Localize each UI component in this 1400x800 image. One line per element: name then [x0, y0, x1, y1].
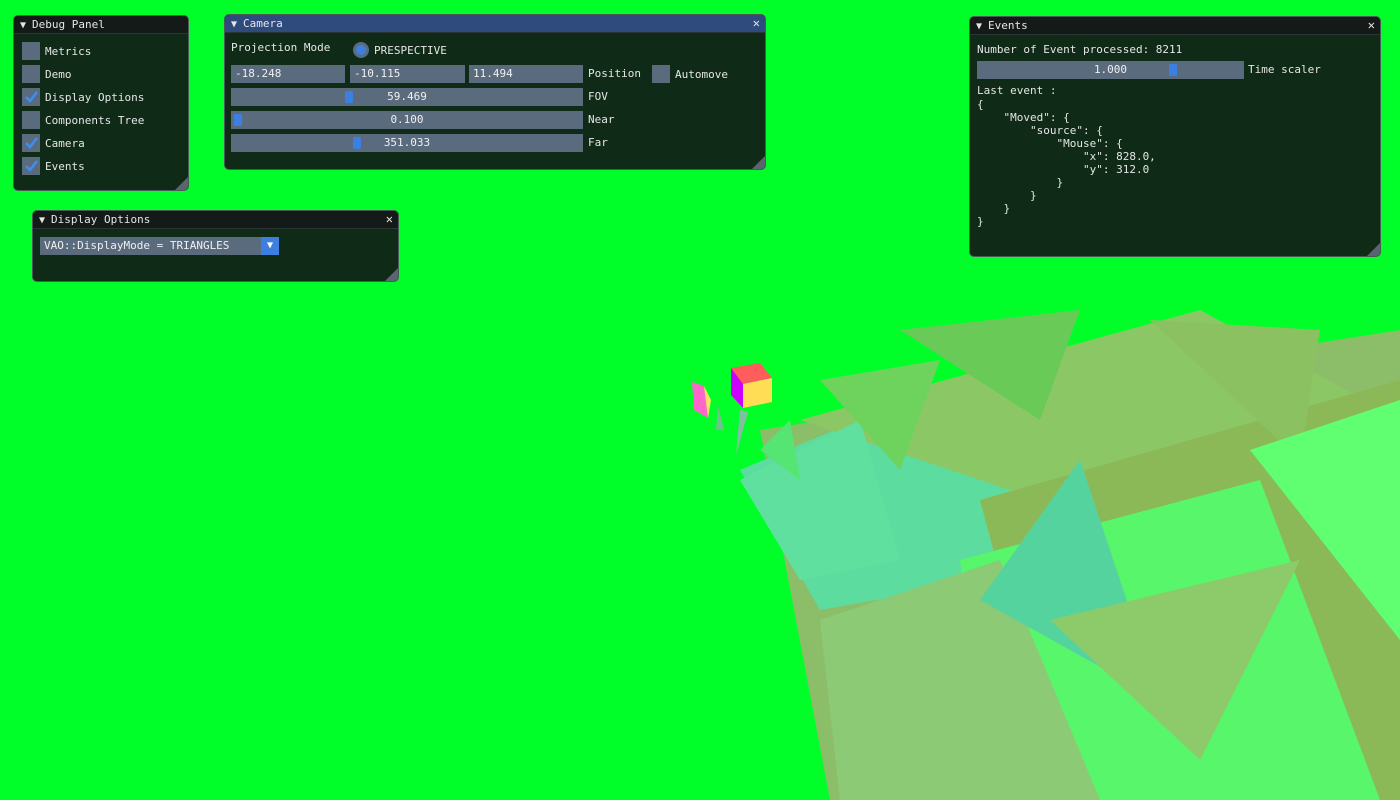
combo-arrow-icon[interactable]: ▼ — [261, 237, 279, 255]
far-label: Far — [588, 136, 608, 149]
resize-grip-icon[interactable] — [175, 177, 188, 190]
projection-value: PRESPECTIVE — [374, 43, 447, 57]
time-scaler-value: 1.000 — [1093, 63, 1128, 76]
resize-grip-icon[interactable] — [385, 268, 398, 281]
checkbox-metrics[interactable]: Metrics — [22, 42, 91, 60]
automove-checkbox[interactable]: Automove — [652, 65, 728, 83]
display-options-titlebar[interactable]: ▼ Display Options ✕ — [33, 211, 398, 229]
checkbox-label: Components Tree — [45, 113, 145, 127]
fov-value: 59.469 — [387, 90, 427, 103]
debug-panel-title: Debug Panel — [32, 18, 105, 31]
events-processed-text: Number of Event processed: 8211 — [977, 43, 1183, 56]
checkbox-box[interactable] — [652, 65, 670, 83]
display-options-title: Display Options — [51, 213, 151, 226]
slider-grab[interactable] — [1169, 64, 1177, 76]
checkbox-demo[interactable]: Demo — [22, 65, 72, 83]
checkbox-box[interactable] — [22, 134, 40, 152]
checkbox-box[interactable] — [22, 65, 40, 83]
collapse-triangle-icon[interactable]: ▼ — [976, 21, 982, 32]
checkbox-components-tree[interactable]: Components Tree — [22, 111, 144, 129]
events-titlebar[interactable]: ▼ Events ✕ — [970, 17, 1380, 35]
events-title: Events — [988, 19, 1028, 32]
position-y-field[interactable]: -10.115 — [350, 65, 465, 83]
far-slider[interactable]: 351.033 — [231, 134, 583, 152]
debug-panel-titlebar[interactable]: ▼ Debug Panel — [14, 16, 188, 34]
checkbox-label: Demo — [45, 67, 72, 81]
resize-grip-icon[interactable] — [1367, 243, 1380, 256]
camera-titlebar[interactable]: ▼ Camera ✕ — [225, 15, 765, 33]
close-icon[interactable]: ✕ — [386, 211, 393, 228]
slider-grab[interactable] — [234, 114, 242, 126]
projection-mode-label: Projection Mode — [231, 41, 331, 54]
close-icon[interactable]: ✕ — [753, 15, 760, 32]
fov-label: FOV — [588, 90, 608, 103]
checkbox-label: Events — [45, 159, 85, 173]
display-mode-value: VAO::DisplayMode = TRIANGLES — [44, 239, 230, 252]
display-mode-combo[interactable]: VAO::DisplayMode = TRIANGLES ▼ — [40, 237, 279, 255]
checkbox-label: Camera — [45, 136, 85, 150]
time-scaler-label: Time scaler — [1248, 63, 1321, 76]
near-label: Near — [588, 113, 615, 126]
checkbox-box[interactable] — [22, 157, 40, 175]
last-event-json: { "Moved": { "source": { "Mouse": { "x":… — [977, 98, 1156, 228]
events-window: ▼ Events ✕ Number of Event processed: 821… — [969, 16, 1381, 257]
checkbox-box[interactable] — [22, 111, 40, 129]
close-icon[interactable]: ✕ — [1368, 17, 1375, 34]
time-scaler-slider[interactable]: 1.000 — [977, 61, 1244, 79]
checkbox-events[interactable]: Events — [22, 157, 85, 175]
collapse-triangle-icon[interactable]: ▼ — [20, 20, 26, 31]
radio-button[interactable] — [353, 42, 369, 58]
checkbox-label: Metrics — [45, 44, 92, 58]
checkbox-box[interactable] — [22, 42, 40, 60]
fov-slider[interactable]: 59.469 — [231, 88, 583, 106]
collapse-triangle-icon[interactable]: ▼ — [231, 19, 237, 30]
checkmark-icon — [25, 137, 38, 149]
collapse-triangle-icon[interactable]: ▼ — [39, 215, 45, 226]
near-slider[interactable]: 0.100 — [231, 111, 583, 129]
display-options-window: ▼ Display Options ✕ VAO::DisplayMode = TR… — [32, 210, 399, 282]
camera-title: Camera — [243, 17, 283, 30]
checkmark-icon — [25, 160, 38, 172]
checkmark-icon — [25, 91, 38, 103]
slider-grab[interactable] — [345, 91, 353, 103]
debug-panel-window: ▼ Debug Panel Metrics Demo Display Option… — [13, 15, 189, 191]
far-value: 351.033 — [383, 136, 431, 149]
slider-grab[interactable] — [353, 137, 361, 149]
resize-grip-icon[interactable] — [752, 156, 765, 169]
position-x-field[interactable]: -18.248 — [231, 65, 345, 83]
automove-label: Automove — [675, 67, 728, 81]
checkbox-display-options[interactable]: Display Options — [22, 88, 144, 106]
camera-window: ▼ Camera ✕ Projection Mode PRESPECTIVE -1… — [224, 14, 766, 170]
projection-radio[interactable]: PRESPECTIVE — [353, 42, 447, 58]
near-value: 0.100 — [390, 113, 424, 126]
position-z-field[interactable]: 11.494 — [469, 65, 583, 83]
checkbox-box[interactable] — [22, 88, 40, 106]
checkbox-camera[interactable]: Camera — [22, 134, 85, 152]
position-label: Position — [588, 67, 641, 80]
checkbox-label: Display Options — [45, 90, 145, 104]
